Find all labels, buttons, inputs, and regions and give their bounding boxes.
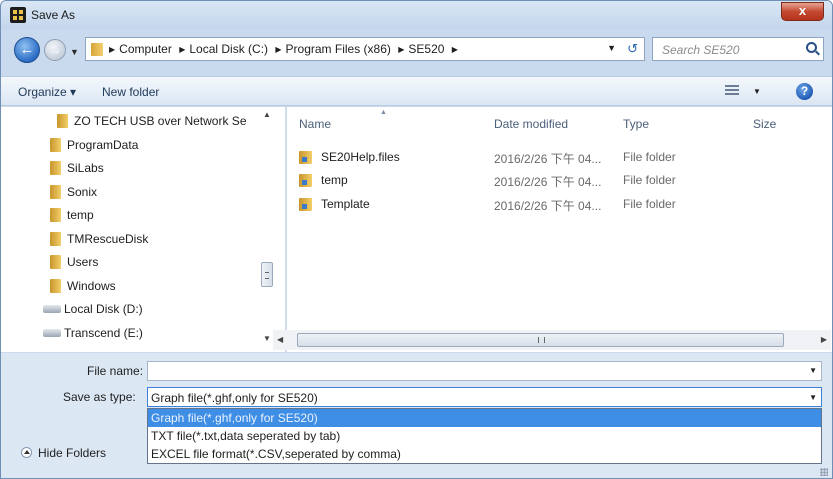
folder-icon xyxy=(50,255,61,269)
navigation-pane: ZO TECH USB over Network Se ProgramData … xyxy=(1,107,286,352)
column-header-size[interactable]: Size xyxy=(753,117,776,131)
file-type: File folder xyxy=(623,150,676,164)
type-option-ghf[interactable]: Graph file(*.ghf,only for SE520) xyxy=(148,409,821,427)
folder-icon xyxy=(299,174,312,187)
scroll-up-icon[interactable]: ▲ xyxy=(263,110,271,119)
hide-folders-label: Hide Folders xyxy=(38,446,107,460)
nav-vertical-scrollbar[interactable]: ▲ ▼ xyxy=(259,107,276,352)
file-name: Template xyxy=(321,197,370,211)
app-icon xyxy=(10,7,26,23)
nav-item-label: Windows xyxy=(67,279,116,293)
view-options-chevron-down-icon[interactable]: ▼ xyxy=(753,87,761,96)
file-date: 2016/2/26 下午 04... xyxy=(494,152,602,166)
breadcrumb-item-computer[interactable]: Computer xyxy=(119,42,172,56)
forward-button[interactable]: → xyxy=(44,39,66,61)
file-type: File folder xyxy=(623,173,676,187)
folder-icon xyxy=(50,161,61,175)
save-as-type-label: Save as type: xyxy=(63,390,136,404)
folder-icon xyxy=(50,279,61,293)
chevron-right-icon[interactable]: ▶ xyxy=(179,45,185,54)
chevron-right-icon[interactable]: ▶ xyxy=(452,45,458,54)
breadcrumb-item-program-files[interactable]: Program Files (x86) xyxy=(286,42,391,56)
file-type: File folder xyxy=(623,197,676,211)
file-list: Name ▲ Date modified Type Size SE20Help.… xyxy=(287,107,832,352)
column-header-date-modified[interactable]: Date modified xyxy=(494,117,568,131)
scroll-thumb[interactable] xyxy=(297,333,784,347)
save-form: File name: ▼ Save as type: Graph file(*.… xyxy=(1,353,832,478)
type-option-txt[interactable]: TXT file(*.txt,data seperated by tab) xyxy=(148,427,821,445)
disk-icon xyxy=(43,329,61,337)
address-bar[interactable]: ▶ Computer ▶ Local Disk (C:) ▶ Program File… xyxy=(85,37,645,61)
file-name-label: File name: xyxy=(87,364,144,378)
chevron-right-icon[interactable]: ▶ xyxy=(275,45,281,54)
scroll-down-icon[interactable]: ▼ xyxy=(263,334,271,343)
resize-grip-icon[interactable] xyxy=(820,468,828,476)
nav-item-label: SiLabs xyxy=(67,161,104,175)
change-view-icon[interactable] xyxy=(725,85,739,97)
type-option-csv[interactable]: EXCEL file format(*.CSV,seperated by com… xyxy=(148,445,821,463)
folder-icon xyxy=(91,43,103,56)
nav-item-label: Sonix xyxy=(67,185,98,199)
search-icon[interactable] xyxy=(806,42,817,53)
nav-item-label: TMRescueDisk xyxy=(67,232,149,246)
search-input[interactable]: Search SE520 xyxy=(652,37,824,61)
file-name: temp xyxy=(321,173,348,187)
back-button[interactable]: ← xyxy=(14,37,40,63)
chevron-right-icon[interactable]: ▶ xyxy=(109,45,115,54)
address-dropdown-chevron-down-icon[interactable]: ▼ xyxy=(607,43,616,53)
folder-icon xyxy=(57,114,68,128)
file-row[interactable]: temp 2016/2/26 下午 04... File folder xyxy=(299,170,799,192)
folder-icon xyxy=(50,138,61,152)
organize-button[interactable]: Organize ▾ xyxy=(18,85,76,99)
new-folder-button[interactable]: New folder xyxy=(102,85,159,99)
file-list-horizontal-scrollbar[interactable]: ◀ ▶ xyxy=(273,330,831,350)
title-bar[interactable]: Save As x xyxy=(1,1,832,29)
breadcrumb-item-se520[interactable]: SE520 xyxy=(408,42,444,56)
save-as-type-select[interactable]: Graph file(*.ghf,only for SE520) ▼ xyxy=(147,387,822,407)
help-icon[interactable]: ? xyxy=(796,83,813,100)
scroll-right-icon[interactable]: ▶ xyxy=(821,335,827,344)
collapse-icon xyxy=(21,447,32,458)
refresh-icon[interactable]: ↺ xyxy=(627,41,638,57)
file-name-field[interactable]: ▼ xyxy=(147,361,822,381)
column-header-name[interactable]: Name xyxy=(299,117,331,131)
folder-icon xyxy=(50,185,61,199)
folder-icon xyxy=(299,151,312,164)
breadcrumb: ▶ Computer ▶ Local Disk (C:) ▶ Program File… xyxy=(109,42,462,56)
disk-icon xyxy=(43,305,61,313)
window-title: Save As xyxy=(31,8,76,22)
breadcrumb-item-local-disk-c[interactable]: Local Disk (C:) xyxy=(189,42,268,56)
save-as-type-value: Graph file(*.ghf,only for SE520) xyxy=(151,391,318,405)
folder-icon xyxy=(299,198,312,211)
scroll-thumb[interactable] xyxy=(261,262,273,287)
command-toolbar: Organize ▾ New folder ▼ ? xyxy=(1,76,832,106)
address-row: ← → ▼ ▶ Computer ▶ Local Disk (C:) ▶ Progra… xyxy=(1,31,832,71)
file-name-chevron-down-icon[interactable]: ▼ xyxy=(809,366,817,375)
chevron-right-icon[interactable]: ▶ xyxy=(398,45,404,54)
file-date: 2016/2/26 下午 04... xyxy=(494,199,602,213)
folder-icon xyxy=(50,208,61,222)
file-name: SE20Help.files xyxy=(321,150,400,164)
nav-item-label: Transcend (E:) xyxy=(64,326,143,340)
scroll-left-icon[interactable]: ◀ xyxy=(277,335,283,344)
recent-pages-chevron-down-icon[interactable]: ▼ xyxy=(70,47,79,57)
nav-item-label: Local Disk (D:) xyxy=(64,302,143,316)
nav-item-label: ZO TECH USB over Network Se xyxy=(74,114,247,128)
column-header-type[interactable]: Type xyxy=(623,117,649,131)
folder-icon xyxy=(50,232,61,246)
search-placeholder: Search SE520 xyxy=(662,43,740,57)
save-as-dialog: Save As x ← → ▼ ▶ Computer ▶ Local Disk (C… xyxy=(0,0,833,479)
nav-item-label: ProgramData xyxy=(67,138,139,152)
file-row[interactable]: Template 2016/2/26 下午 04... File folder xyxy=(299,194,799,216)
file-row[interactable]: SE20Help.files 2016/2/26 下午 04... File f… xyxy=(299,147,799,169)
nav-item-label: temp xyxy=(67,208,94,222)
file-date: 2016/2/26 下午 04... xyxy=(494,175,602,189)
close-button[interactable]: x xyxy=(781,2,824,21)
nav-item-label: Users xyxy=(67,255,99,269)
save-as-type-dropdown: Graph file(*.ghf,only for SE520) TXT fil… xyxy=(147,408,822,464)
sort-indicator-icon: ▲ xyxy=(380,109,387,116)
chevron-down-icon[interactable]: ▼ xyxy=(809,393,817,402)
